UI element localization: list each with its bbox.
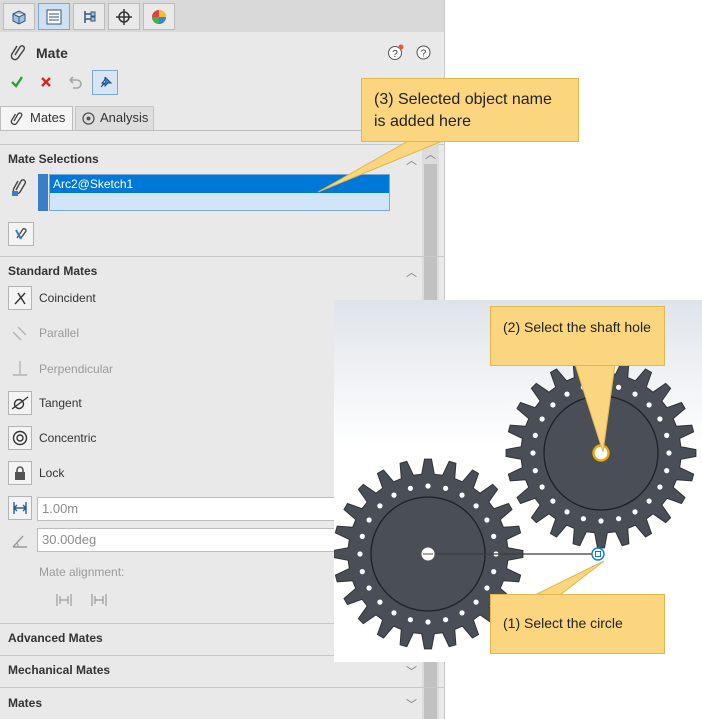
callout-select-shaft-hole: (2) Select the shaft hole [490, 306, 665, 366]
callout-select-circle: (1) Select the circle [490, 594, 665, 654]
callout-selected-object-name: (3) Selected object name is added here [361, 78, 579, 142]
